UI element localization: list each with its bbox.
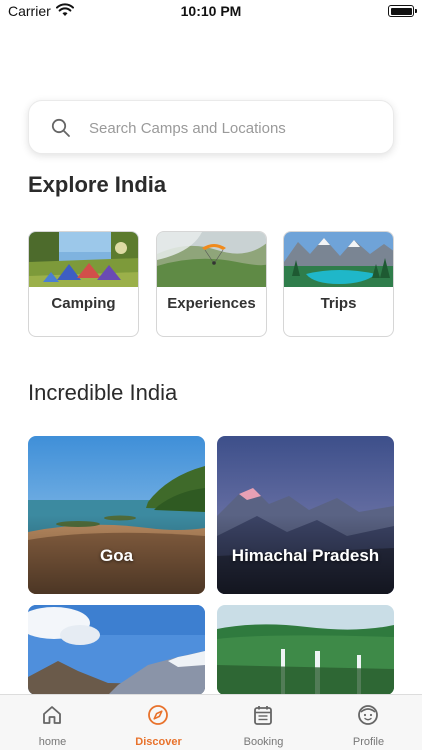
tab-label: Booking xyxy=(243,736,284,748)
goa-image xyxy=(28,436,205,594)
tab-profile[interactable]: Profile xyxy=(316,695,421,750)
mountain-image xyxy=(28,605,205,695)
himachal-image xyxy=(217,436,394,594)
face-icon xyxy=(358,705,378,725)
category-card-experiences[interactable]: Experiences xyxy=(156,231,267,337)
category-card-trips[interactable]: Trips xyxy=(283,231,394,337)
clock: 10:10 PM xyxy=(180,3,242,19)
compass-icon xyxy=(148,705,168,725)
destination-label: Himachal Pradesh xyxy=(231,546,380,565)
tab-label: Profile xyxy=(352,736,385,748)
battery-icon xyxy=(388,5,417,17)
destination-card-goa[interactable]: Goa xyxy=(28,436,205,594)
explore-title: Explore India xyxy=(28,172,167,197)
search-bar[interactable] xyxy=(28,100,394,154)
search-icon xyxy=(51,118,71,138)
tab-label: home xyxy=(38,736,67,748)
tab-bar: home Discover Booking Profile xyxy=(0,694,422,750)
destination-card-4[interactable] xyxy=(217,605,394,695)
calendar-icon xyxy=(254,706,272,725)
battery-fill xyxy=(390,7,412,15)
tab-booking[interactable]: Booking xyxy=(211,695,316,750)
category-card-camping[interactable]: Camping xyxy=(28,231,139,337)
destination-card-3[interactable] xyxy=(28,605,205,695)
category-label: Experiences xyxy=(167,295,256,312)
incredible-title: Incredible India xyxy=(28,380,178,405)
home-icon xyxy=(43,706,61,724)
camping-image xyxy=(29,232,138,287)
status-bar: Carrier 10:10 PM xyxy=(0,0,422,24)
category-label: Camping xyxy=(51,295,116,312)
destination-label: Goa xyxy=(99,546,134,565)
experiences-image xyxy=(157,232,266,287)
tab-discover[interactable]: Discover xyxy=(106,695,211,750)
search-input[interactable] xyxy=(89,109,379,147)
category-label: Trips xyxy=(320,295,357,312)
destination-card-himachal[interactable]: Himachal Pradesh xyxy=(217,436,394,594)
trips-image xyxy=(284,232,393,287)
tab-home[interactable]: home xyxy=(0,695,105,750)
battery-tip xyxy=(415,9,417,13)
waterfall-image xyxy=(217,605,394,695)
tab-label: Discover xyxy=(135,736,182,748)
